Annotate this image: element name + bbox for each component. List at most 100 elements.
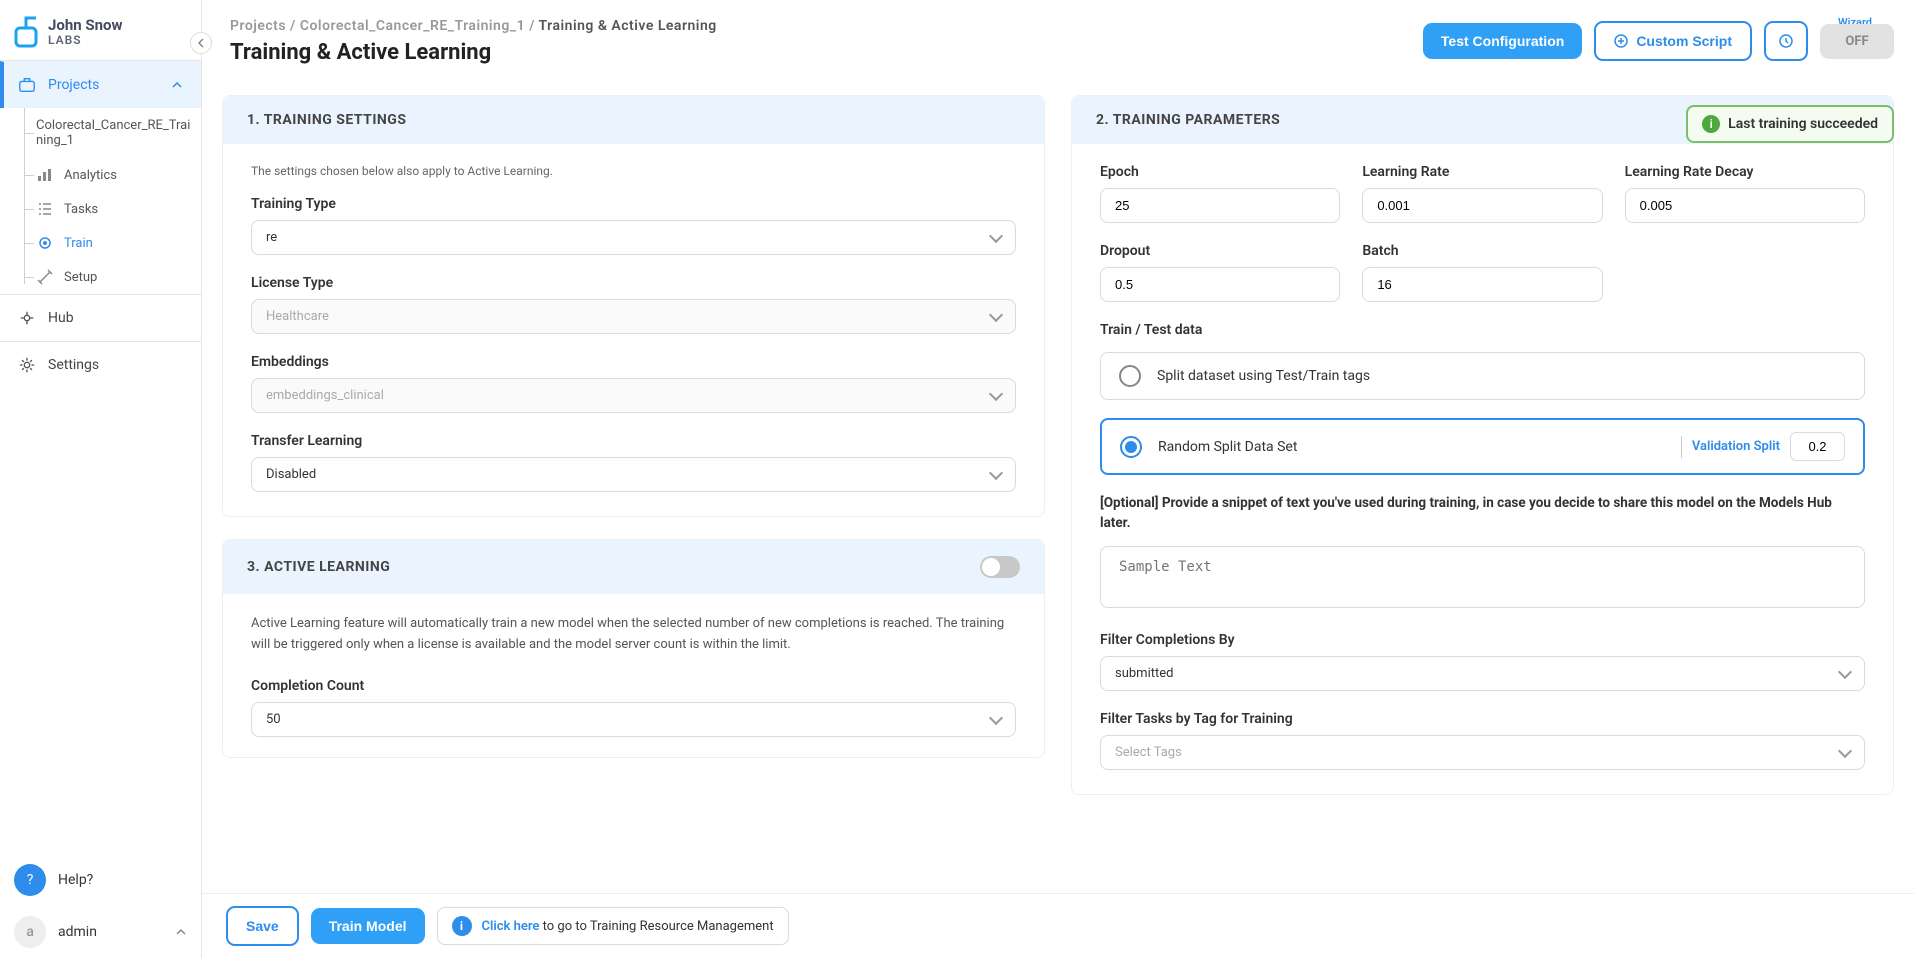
epoch-label: Epoch (1100, 164, 1340, 180)
plus-circle-icon (1614, 34, 1628, 48)
chevron-down-icon (1838, 664, 1852, 678)
transfer-learning-select[interactable]: Disabled (251, 457, 1016, 492)
license-type-label: License Type (251, 275, 1016, 291)
logo-icon (12, 14, 42, 50)
target-icon (36, 234, 54, 252)
license-type-value: Healthcare (266, 309, 329, 324)
custom-script-label: Custom Script (1636, 33, 1732, 49)
divider (1681, 436, 1682, 458)
sample-text-input[interactable] (1100, 546, 1865, 608)
split-option1-label: Split dataset using Test/Train tags (1157, 368, 1370, 384)
train-model-button[interactable]: Train Model (311, 908, 425, 944)
chevron-up-icon (175, 926, 187, 938)
split-option2-label: Random Split Data Set (1158, 439, 1297, 455)
crumb-project[interactable]: Colorectal_Cancer_RE_Training_1 (300, 18, 525, 34)
radio-icon (1119, 365, 1141, 387)
filter-tags-label: Filter Tasks by Tag for Training (1100, 711, 1865, 727)
chevron-down-icon (989, 387, 1003, 401)
success-icon: i (1702, 115, 1720, 133)
lr-input[interactable] (1362, 188, 1602, 223)
chevron-down-icon (989, 229, 1003, 243)
training-status-text: Last training succeeded (1728, 116, 1878, 132)
analytics-icon (36, 166, 54, 184)
sidebar-train-label: Train (64, 236, 93, 251)
info-icon: i (452, 916, 472, 936)
batch-input[interactable] (1362, 267, 1602, 302)
filter-completions-select[interactable]: submitted (1100, 656, 1865, 691)
chevron-left-icon (197, 38, 205, 48)
training-type-select[interactable]: re (251, 220, 1016, 255)
collapse-sidebar-button[interactable] (190, 32, 212, 54)
split-option-random[interactable]: Random Split Data Set Validation Split (1100, 418, 1865, 475)
logo-text-1: John Snow (48, 17, 123, 34)
embeddings-value: embeddings_clinical (266, 388, 384, 403)
test-configuration-button[interactable]: Test Configuration (1423, 23, 1582, 59)
sidebar-tasks[interactable]: Tasks (18, 192, 201, 226)
save-button[interactable]: Save (226, 906, 299, 946)
training-status: i Last training succeeded (1686, 105, 1894, 143)
sidebar-analytics-label: Analytics (64, 168, 117, 183)
chevron-down-icon (989, 711, 1003, 725)
validation-split-input[interactable] (1790, 432, 1845, 461)
footer-hint-link[interactable]: Click here (482, 919, 540, 934)
sidebar-analytics[interactable]: Analytics (18, 158, 201, 192)
filter-completions-label: Filter Completions By (1100, 632, 1865, 648)
split-option-tags[interactable]: Split dataset using Test/Train tags (1100, 352, 1865, 400)
sidebar-setup[interactable]: Setup (18, 260, 201, 294)
hub-icon (18, 309, 36, 327)
completion-count-label: Completion Count (251, 678, 1016, 694)
transfer-learning-value: Disabled (266, 467, 316, 482)
logo: John Snow LABS (0, 0, 201, 60)
license-type-select[interactable]: Healthcare (251, 299, 1016, 334)
help-button[interactable]: ? Help? (0, 854, 201, 906)
avatar: a (14, 916, 46, 948)
lrd-label: Learning Rate Decay (1625, 164, 1865, 180)
transfer-learning-label: Transfer Learning (251, 433, 1016, 449)
sidebar-train[interactable]: Train (18, 226, 201, 260)
sidebar-projects[interactable]: Projects (0, 61, 201, 108)
active-learning-title: 3. ACTIVE LEARNING (247, 559, 390, 575)
chevron-down-icon (989, 308, 1003, 322)
wizard-toggle[interactable]: OFF (1820, 24, 1894, 59)
radio-icon (1120, 436, 1142, 458)
training-settings-header: 1. TRAINING SETTINGS (223, 96, 1044, 144)
training-type-value: re (266, 230, 277, 245)
dropout-input[interactable] (1100, 267, 1340, 302)
history-icon (1778, 33, 1794, 49)
active-learning-desc: Active Learning feature will automatical… (251, 614, 1016, 656)
training-settings-hint: The settings chosen below also apply to … (251, 164, 1016, 178)
embeddings-label: Embeddings (251, 354, 1016, 370)
lrd-input[interactable] (1625, 188, 1865, 223)
filter-tags-select[interactable]: Select Tags (1100, 735, 1865, 770)
active-learning-header: 3. ACTIVE LEARNING (223, 540, 1044, 594)
sidebar-hub[interactable]: Hub (0, 294, 201, 341)
chevron-down-icon (1838, 743, 1852, 757)
user-name: admin (58, 924, 97, 940)
footer-hint-text: to go to Training Resource Management (539, 919, 773, 934)
briefcase-icon (18, 76, 36, 94)
train-test-label: Train / Test data (1100, 322, 1865, 338)
active-learning-toggle[interactable] (980, 556, 1020, 578)
chevron-up-icon (171, 79, 183, 91)
help-label: Help? (58, 872, 93, 888)
dropout-label: Dropout (1100, 243, 1340, 259)
sidebar-settings[interactable]: Settings (0, 341, 201, 388)
completion-count-select[interactable]: 50 (251, 702, 1016, 737)
crumb-projects[interactable]: Projects (230, 18, 286, 34)
sidebar-tasks-label: Tasks (64, 202, 98, 217)
custom-script-button[interactable]: Custom Script (1594, 21, 1752, 61)
training-type-label: Training Type (251, 196, 1016, 212)
footer-hint: i Click here to go to Training Resource … (437, 907, 789, 945)
sidebar-setup-label: Setup (64, 270, 97, 285)
help-icon: ? (14, 864, 46, 896)
tasks-icon (36, 200, 54, 218)
sidebar-projects-label: Projects (48, 77, 99, 93)
user-menu[interactable]: a admin (0, 906, 201, 958)
sidebar-project-link[interactable]: Colorectal_Cancer_RE_Training_1 (18, 108, 201, 158)
filter-completions-value: submitted (1115, 666, 1173, 681)
epoch-input[interactable] (1100, 188, 1340, 223)
validation-split-label: Validation Split (1692, 439, 1780, 454)
history-button[interactable] (1764, 21, 1808, 61)
chevron-down-icon (989, 466, 1003, 480)
embeddings-select[interactable]: embeddings_clinical (251, 378, 1016, 413)
